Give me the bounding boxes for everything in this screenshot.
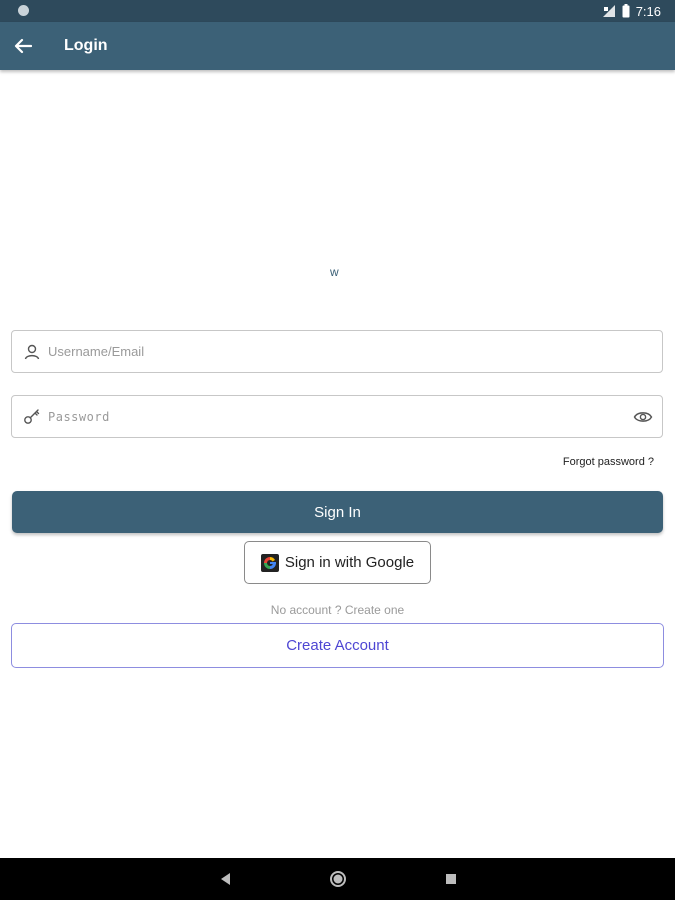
battery-icon [622, 4, 630, 18]
signal-icon [602, 5, 615, 17]
forgot-password-link[interactable]: Forgot password ? [563, 456, 654, 468]
system-nav-bar [0, 858, 675, 900]
key-icon [24, 409, 40, 424]
username-field[interactable] [11, 330, 663, 373]
google-sign-in-button[interactable]: Sign in with Google [244, 541, 431, 584]
password-field[interactable] [11, 395, 663, 438]
eye-icon[interactable] [633, 408, 653, 426]
username-input[interactable] [48, 331, 628, 372]
page-title: Login [64, 37, 108, 54]
arrow-left-icon [14, 38, 32, 54]
google-icon [260, 553, 279, 572]
password-input[interactable] [48, 396, 628, 437]
sign-in-button[interactable]: Sign In [12, 491, 663, 533]
nav-back-icon[interactable] [216, 869, 236, 889]
app-logo: w [330, 265, 339, 279]
notification-dot-icon [18, 5, 29, 16]
back-button[interactable] [10, 34, 36, 58]
status-icons: 7:16 [602, 3, 661, 19]
nav-home-icon[interactable] [328, 869, 348, 889]
status-bar: 7:16 [0, 0, 675, 22]
status-time: 7:16 [635, 3, 661, 19]
app-bar: Login [0, 22, 675, 70]
nav-recents-icon[interactable] [441, 869, 461, 889]
no-account-text: No account ? Create one [270, 603, 405, 617]
person-icon [24, 344, 40, 360]
google-sign-in-label: Sign in with Google [284, 554, 415, 571]
create-account-button[interactable]: Create Account [11, 623, 664, 668]
